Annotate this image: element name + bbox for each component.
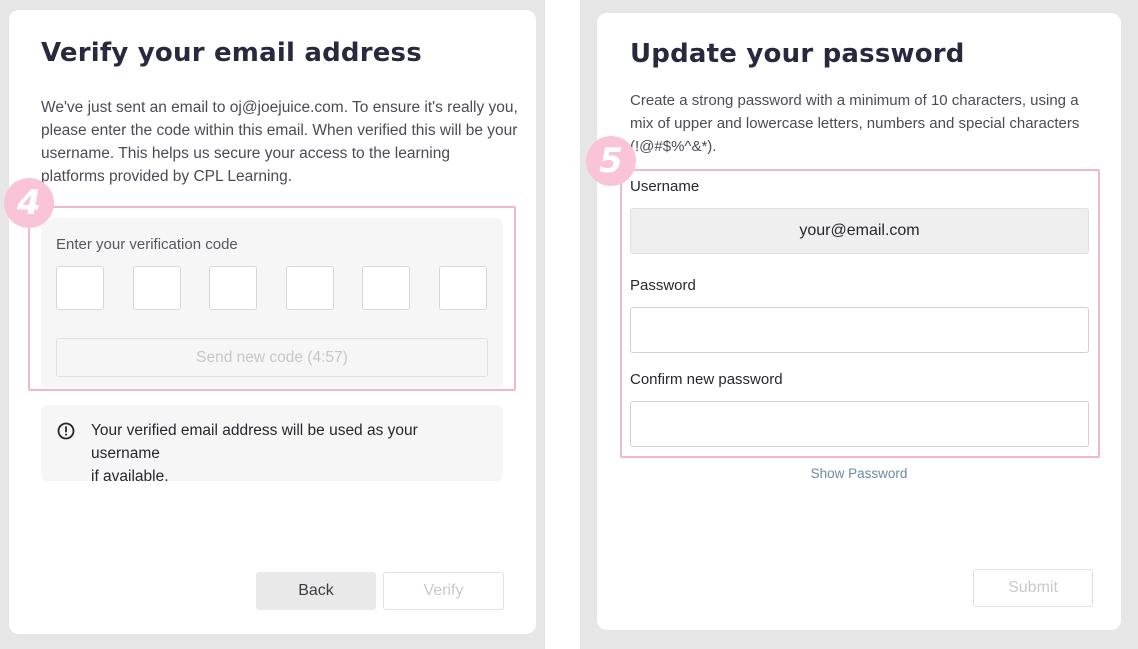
password-description: Create a strong password with a minimum … [630,89,1100,158]
back-button[interactable]: Back [256,572,376,610]
description-line: platforms provided by CPL Learning. [41,168,293,185]
info-circle-icon [57,422,75,440]
description-line: please enter the code within this email.… [41,122,518,139]
step-5-badge: 5 [586,136,636,186]
show-password-link[interactable]: Show Password [597,466,1121,481]
panel-divider [545,0,580,649]
submit-button[interactable]: Submit [973,569,1093,607]
username-info-panel: Your verified email address will be used… [41,405,503,485]
description-line: mix of upper and lowercase letters, numb… [630,115,1080,132]
page-title: Verify your email address [41,38,422,68]
info-line: Your verified email address will be used… [91,422,418,462]
description-line: We've just sent an email to oj@joejuice.… [41,99,518,116]
description-line: Create a strong password with a minimum … [630,92,1079,109]
info-line: if available. [91,468,169,485]
verify-button[interactable]: Verify [383,572,504,610]
description-line: username. This helps us secure your acce… [41,145,450,162]
info-text: Your verified email address will be used… [91,419,491,488]
step-5-highlight-box [620,169,1100,458]
page-title: Update your password [630,39,965,69]
step-4-badge: 4 [4,178,54,228]
step-4-highlight-box [28,206,516,391]
verify-description: We've just sent an email to oj@joejuice.… [41,96,521,188]
description-line: (!@#$%^&*). [630,138,717,155]
